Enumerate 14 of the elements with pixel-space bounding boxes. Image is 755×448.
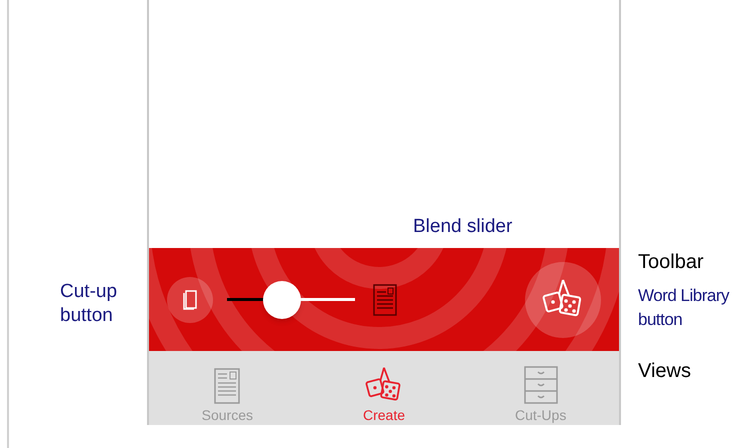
blend-slider[interactable] bbox=[227, 282, 355, 318]
document-icon bbox=[373, 284, 397, 316]
cut-up-button[interactable] bbox=[167, 276, 213, 322]
annotation-label: Cut-up button bbox=[60, 280, 118, 328]
view-tab[interactable]: Cut-Ups bbox=[462, 351, 619, 425]
annotation-label: Toolbar bbox=[638, 250, 705, 274]
annotation-label: Word Library button bbox=[638, 285, 730, 331]
annotation-label: Blend slider bbox=[413, 216, 512, 238]
drawer-cabinet-icon bbox=[524, 366, 558, 404]
card-stack-icon bbox=[182, 288, 198, 310]
view-tab[interactable]: Sources bbox=[149, 351, 306, 425]
view-tab[interactable]: Create bbox=[306, 351, 462, 425]
document-icon bbox=[214, 368, 240, 404]
annotation-label: Views bbox=[638, 359, 692, 383]
